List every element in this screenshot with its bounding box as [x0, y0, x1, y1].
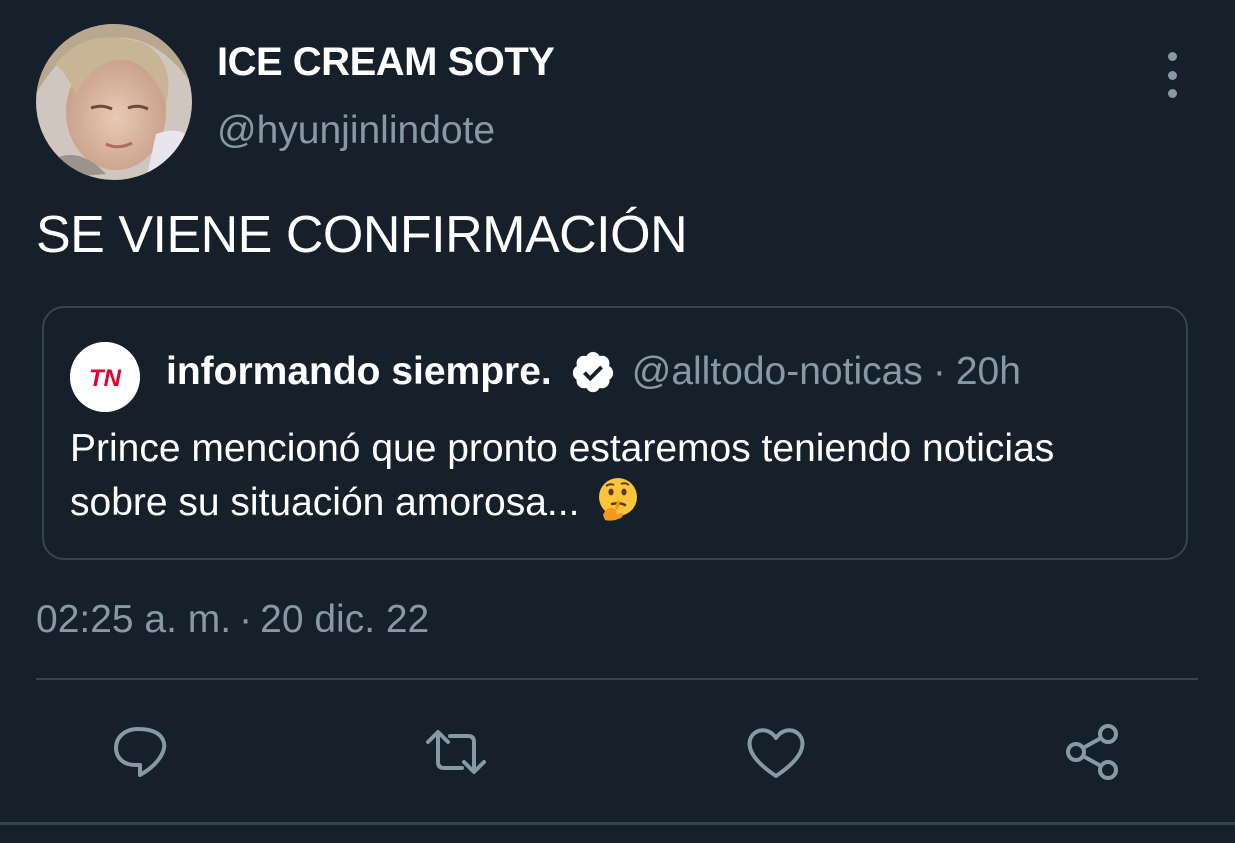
tn-logo-text: TN: [89, 365, 122, 392]
tweet-time: 02:25 a. m.: [36, 598, 232, 641]
retweet-icon: [426, 730, 486, 774]
quoted-display-name[interactable]: informando siempre.: [166, 350, 552, 394]
reply-icon: [114, 727, 167, 777]
avatar[interactable]: [36, 24, 192, 180]
quoted-tweet-card[interactable]: TN informando siempre. @alltodo-noticas …: [42, 306, 1188, 560]
like-button[interactable]: [744, 720, 808, 784]
timestamp-separator: ·: [239, 598, 253, 641]
bottom-divider: [0, 822, 1235, 825]
author-handle[interactable]: @hyunjinlindote: [217, 109, 495, 153]
tweet-date: 20 dic. 22: [260, 598, 430, 641]
divider: [36, 678, 1198, 680]
tweet-timestamp[interactable]: 02:25 a. m. · 20 dic. 22: [36, 598, 429, 642]
verified-badge-icon: [570, 349, 616, 395]
quoted-tweet-header: informando siempre. @alltodo-noticas · 2…: [166, 348, 1021, 396]
author-display-name[interactable]: ICE CREAM SOTY: [217, 40, 555, 85]
share-icon: [1066, 724, 1118, 780]
vertical-ellipsis-icon[interactable]: [1152, 52, 1192, 98]
reply-button[interactable]: [108, 720, 172, 784]
quoted-separator: ·: [932, 350, 946, 393]
thinking-face-icon: [594, 475, 642, 523]
quoted-handle[interactable]: @alltodo-noticas: [632, 350, 923, 394]
quoted-avatar[interactable]: TN: [70, 342, 140, 412]
quoted-tweet-text: Prince mencionó que pronto estaremos ten…: [70, 422, 1160, 529]
quoted-text-body: Prince mencionó que pronto estaremos ten…: [70, 427, 1055, 524]
quoted-time[interactable]: 20h: [956, 350, 1021, 394]
retweet-button[interactable]: [424, 720, 488, 784]
tweet-text: SE VIENE CONFIRMACIÓN: [36, 206, 688, 264]
heart-icon: [747, 728, 805, 778]
share-button[interactable]: [1062, 720, 1126, 784]
